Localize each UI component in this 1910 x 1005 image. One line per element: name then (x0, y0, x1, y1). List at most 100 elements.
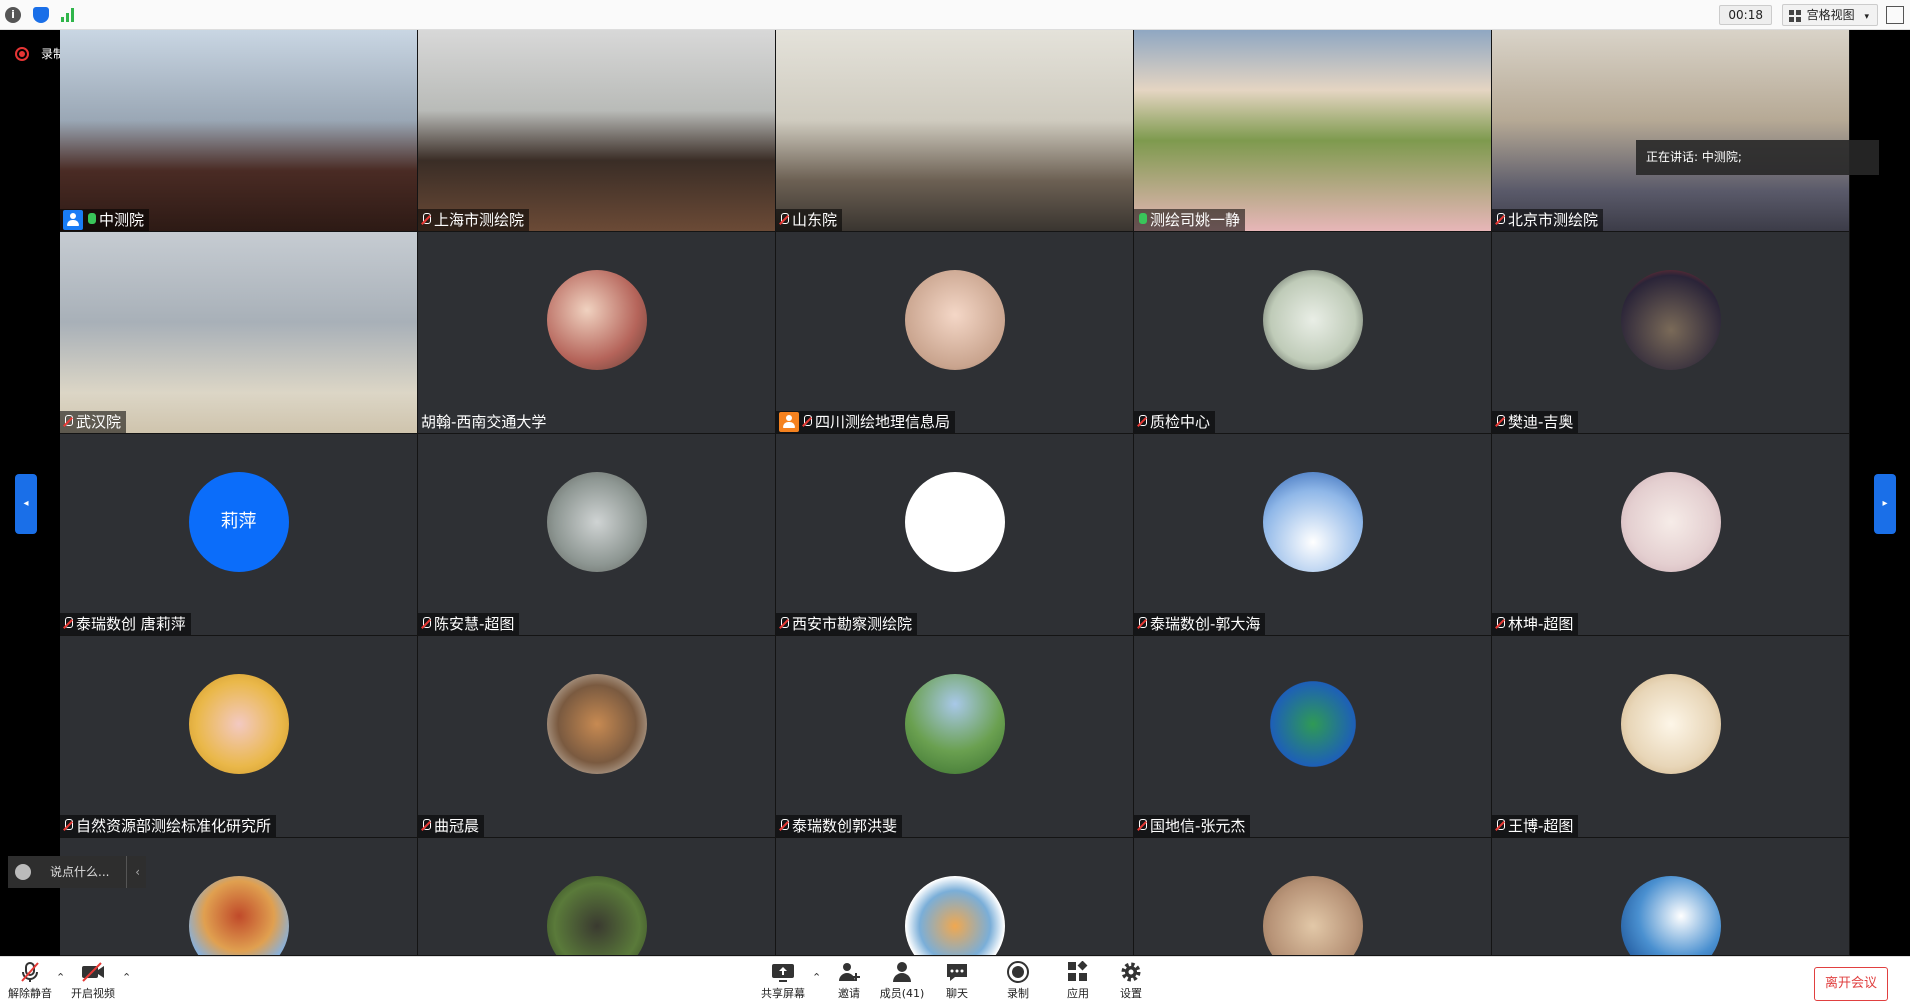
participant-avatar (188, 674, 289, 774)
chat-placeholder: 说点什么... (50, 865, 110, 879)
mic-muted-icon (63, 415, 73, 429)
participant-video-tile[interactable]: 上海市测绘院 (418, 30, 776, 232)
participant-avatar (904, 270, 1005, 370)
participant-name: 泰瑞数创郭洪斐 (792, 817, 898, 835)
settings-button[interactable]: 设置 (1101, 961, 1161, 1001)
meeting-timer: 00:18 (1719, 5, 1772, 25)
participant-tile[interactable]: 泰瑞数创郭洪斐 (776, 636, 1134, 838)
participant-video-tile[interactable]: 武汉院 (60, 232, 418, 434)
chevron-left-icon: ◂ (23, 498, 29, 509)
chat-label: 聊天 (946, 987, 968, 1000)
prev-page-button[interactable]: ◂ (15, 474, 37, 534)
participant-tile[interactable]: 自然资源部测绘标准化研究所 (60, 636, 418, 838)
participant-name-tag: 自然资源部测绘标准化研究所 (60, 815, 277, 837)
leave-meeting-button[interactable]: 离开会议 (1814, 967, 1888, 1001)
mic-muted-icon (779, 819, 789, 833)
participant-name: 自然资源部测绘标准化研究所 (76, 817, 272, 835)
participant-name: 国地信-张元杰 (1150, 817, 1246, 835)
gear-icon (1119, 961, 1143, 983)
mic-muted-icon (1495, 415, 1505, 429)
share-screen-icon (771, 961, 795, 983)
mic-muted-icon (421, 819, 431, 833)
participant-tile[interactable] (1492, 838, 1850, 956)
invite-button[interactable]: 邀请 (819, 961, 879, 1001)
chevron-right-icon: ▸ (1882, 498, 1888, 509)
chevron-left-icon[interactable]: ‹ (126, 856, 140, 888)
bottom-toolbar: 解除静音 ⌃ 开启视频 ⌃ 共享屏幕 ⌃ 邀请 成员(41) 聊天 录制 应用 … (0, 956, 1910, 1005)
participant-name-tag: 泰瑞数创-郭大海 (1134, 613, 1266, 635)
participant-tile[interactable]: 国地信-张元杰 (1134, 636, 1492, 838)
share-screen-button[interactable]: 共享屏幕 (753, 961, 813, 1001)
emoji-icon[interactable] (15, 864, 31, 880)
muted-mic-icon (18, 961, 42, 983)
participant-avatar (188, 876, 289, 955)
mic-muted-icon (1495, 617, 1505, 631)
participant-avatar (546, 876, 647, 955)
network-signal-icon[interactable] (61, 8, 77, 22)
participant-tile[interactable]: 陈安慧-超图 (418, 434, 776, 636)
invite-label: 邀请 (838, 987, 860, 1000)
participant-tile[interactable]: 四川测绘地理信息局 (776, 232, 1134, 434)
participant-avatar (904, 674, 1005, 774)
record-label: 录制 (1007, 987, 1029, 1000)
participant-name-tag: 北京市测绘院 (1492, 209, 1604, 231)
participant-name: 中测院 (99, 211, 145, 229)
chat-button[interactable]: 聊天 (927, 961, 987, 1001)
apps-label: 应用 (1067, 987, 1089, 1000)
participant-name-tag: 中测院 (60, 209, 150, 231)
members-button[interactable]: 成员(41) (872, 961, 932, 1001)
participant-name: 泰瑞数创 唐莉萍 (76, 615, 186, 633)
start-video-button[interactable]: 开启视频 (63, 961, 123, 1001)
participant-tile[interactable]: 樊迪-吉奥 (1492, 232, 1850, 434)
participant-video-tile[interactable]: 中测院 (60, 30, 418, 232)
participant-tile[interactable]: 莉萍 泰瑞数创 唐莉萍 (60, 434, 418, 636)
chat-quick-input[interactable]: 说点什么... ‹ (8, 856, 146, 888)
participant-tile[interactable]: 胡翰-西南交通大学 (418, 232, 776, 434)
participant-tile[interactable]: 林坤-超图 (1492, 434, 1850, 636)
participant-avatar (546, 472, 647, 572)
settings-label: 设置 (1120, 987, 1142, 1000)
participant-name-tag: 林坤-超图 (1492, 613, 1579, 635)
participant-name-tag: 测绘司姚一静 (1134, 209, 1246, 231)
video-off-icon (81, 961, 105, 983)
apps-button[interactable]: 应用 (1048, 960, 1108, 1001)
participant-tile[interactable]: 质检中心 (1134, 232, 1492, 434)
participant-name: 樊迪-吉奥 (1508, 413, 1574, 431)
mic-muted-icon (63, 819, 73, 833)
next-page-button[interactable]: ▸ (1874, 474, 1896, 534)
mic-on-icon (1137, 213, 1147, 227)
participant-tile[interactable]: 曲冠晨 (418, 636, 776, 838)
participant-name-tag: 山东院 (776, 209, 843, 231)
video-options-caret-icon[interactable]: ⌃ (122, 971, 131, 984)
participant-name: 北京市测绘院 (1508, 211, 1599, 229)
participant-video-tile[interactable]: 测绘司姚一静 (1134, 30, 1492, 232)
participant-tile[interactable]: 泰瑞数创-郭大海 (1134, 434, 1492, 636)
participant-avatar (546, 270, 647, 370)
participant-name: 王博-超图 (1508, 817, 1574, 835)
participant-avatar (1262, 270, 1363, 370)
mic-muted-icon (779, 617, 789, 631)
view-mode-label: 宫格视图 (1806, 8, 1855, 22)
participant-name: 测绘司姚一静 (1150, 211, 1241, 229)
participant-avatar (1262, 472, 1363, 572)
security-shield-icon[interactable] (33, 7, 49, 23)
participant-tile[interactable] (418, 838, 776, 956)
participant-avatar (1620, 876, 1721, 955)
grid-view-icon (1788, 10, 1801, 22)
participant-video-tile[interactable]: 山东院 (776, 30, 1134, 232)
participant-tile[interactable]: 王博-超图 (1492, 636, 1850, 838)
participant-video-tile[interactable]: 北京市测绘院 (1492, 30, 1850, 232)
participant-tile[interactable] (1134, 838, 1492, 956)
info-icon[interactable]: i (5, 7, 21, 23)
fullscreen-icon[interactable] (1886, 6, 1904, 24)
participant-avatar (904, 876, 1005, 955)
unmute-button[interactable]: 解除静音 (0, 961, 60, 1001)
view-mode-dropdown[interactable]: 宫格视图 ▾ (1781, 4, 1878, 26)
record-button[interactable]: 录制 (988, 961, 1048, 1001)
participant-tile[interactable] (776, 838, 1134, 956)
members-label: 成员(41) (879, 987, 925, 1000)
participant-grid: 中测院 上海市测绘院 山东院 测绘司姚一静 北京市测绘院武汉院 胡翰-西南交通大学 四川测绘… (60, 30, 1850, 956)
top-bar: i 00:18 宫格视图 ▾ (0, 0, 1910, 30)
recording-dot-icon (15, 46, 29, 61)
participant-tile[interactable]: 西安市勘察测绘院 (776, 434, 1134, 636)
